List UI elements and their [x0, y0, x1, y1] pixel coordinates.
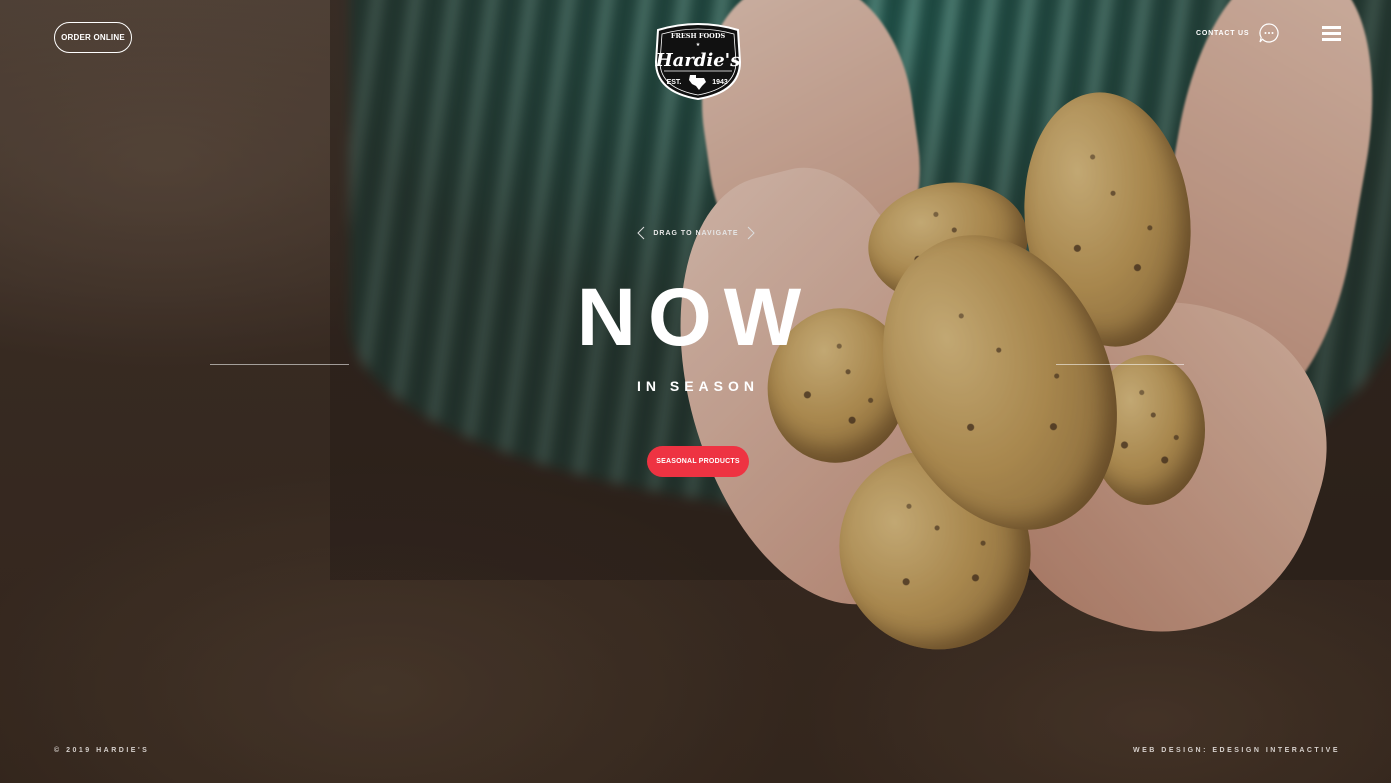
seasonal-products-button[interactable]: SEASONAL PRODUCTS — [647, 446, 749, 477]
logo-est-label: EST. — [667, 79, 682, 86]
menu-bar — [1322, 32, 1341, 35]
logo-est-year: 1943 — [712, 79, 728, 86]
contact-us-link[interactable]: CONTACT US — [1196, 22, 1280, 44]
order-online-button[interactable]: ORDER ONLINE — [54, 22, 132, 53]
design-credit-link[interactable]: WEB DESIGN: EDESIGN INTERACTIVE — [1133, 747, 1340, 754]
copyright-text: © 2019 HARDIE'S — [54, 747, 150, 754]
divider-line-right — [1056, 364, 1184, 365]
chevron-left-icon[interactable] — [637, 226, 645, 240]
logo-top-text: FRESH FOODS — [671, 32, 726, 40]
hardies-logo[interactable]: FRESH FOODS ★ Hardie's EST. 1943 — [652, 22, 744, 101]
contact-label: CONTACT US — [1196, 29, 1250, 37]
hero-subheadline: IN SEASON — [636, 378, 759, 394]
logo-name: Hardie's — [655, 50, 741, 71]
chat-icon — [1259, 23, 1279, 43]
drag-label: DRAG TO NAVIGATE — [653, 229, 739, 237]
hero-headline: NOW — [576, 272, 814, 363]
chevron-right-icon[interactable] — [747, 226, 755, 240]
drag-navigation[interactable]: DRAG TO NAVIGATE — [637, 225, 755, 241]
divider-line-left — [210, 364, 349, 365]
menu-bar — [1322, 38, 1341, 41]
svg-text:★: ★ — [696, 42, 701, 48]
logo-badge-icon: FRESH FOODS ★ Hardie's EST. 1943 — [655, 23, 742, 101]
menu-icon[interactable] — [1322, 26, 1341, 41]
menu-bar — [1322, 26, 1341, 29]
